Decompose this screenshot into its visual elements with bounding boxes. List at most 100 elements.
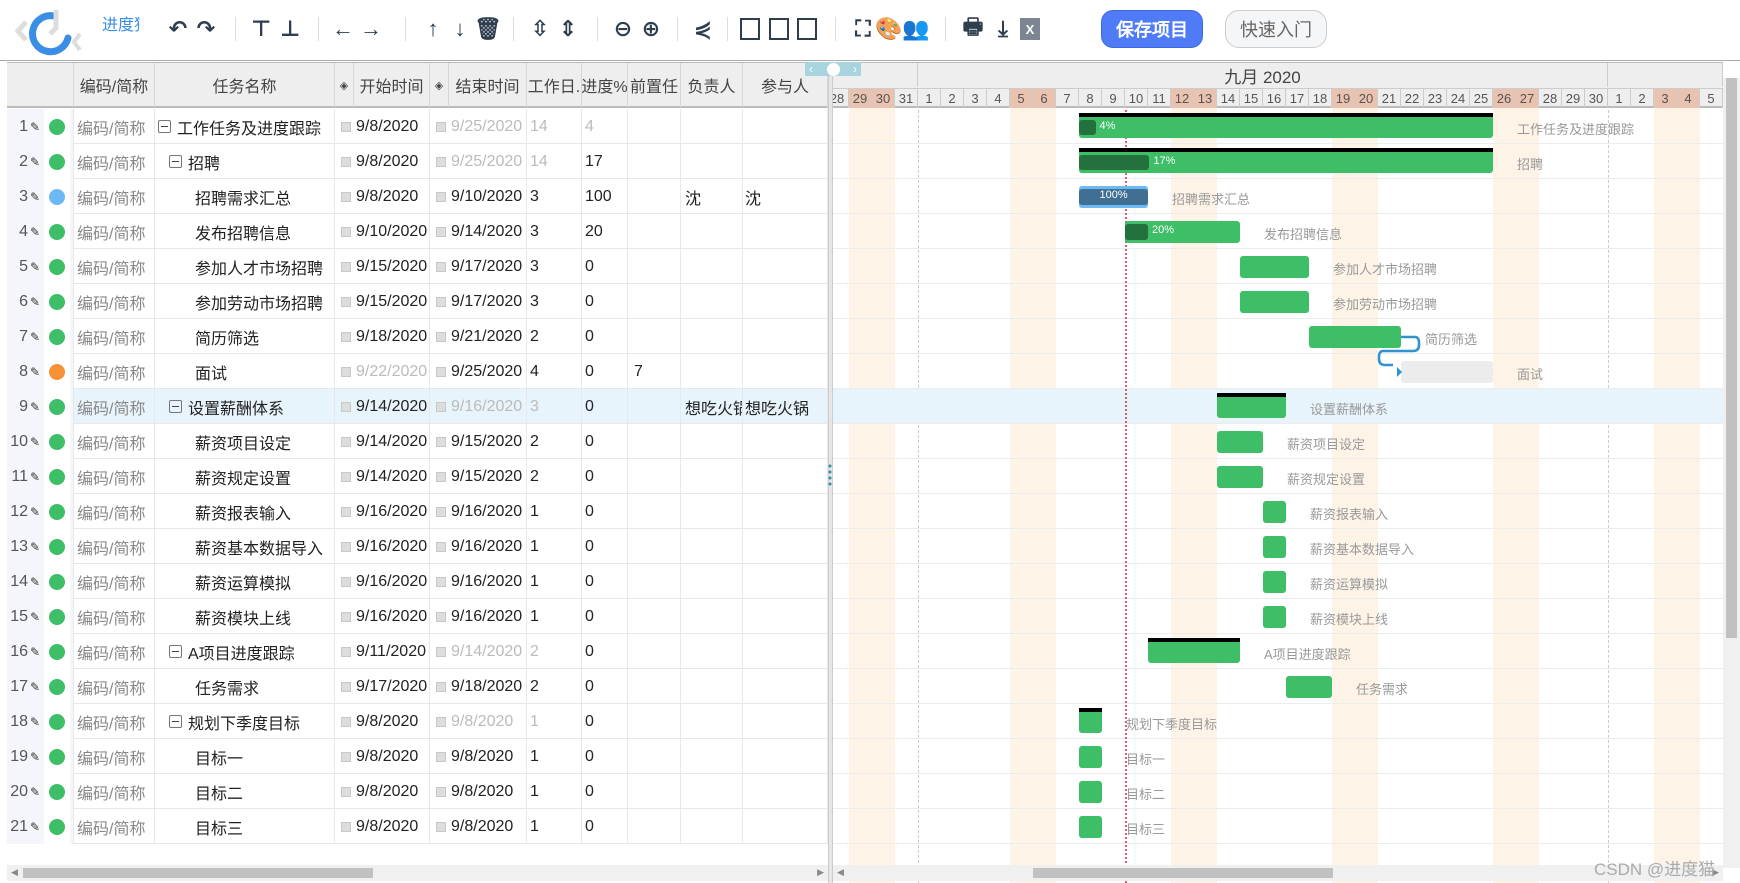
table-row[interactable]: 18 ✎ 编码/简称 规划下季度目标 9/8/2020 9/8/2020 1 0: [7, 704, 828, 739]
task-name-cell[interactable]: 参加人才市场招聘: [155, 249, 335, 284]
table-row[interactable]: 14 ✎ 编码/简称 薪资运算模拟 9/16/2020 9/16/2020 1 0: [7, 564, 828, 599]
edit-pencil-icon[interactable]: ✎: [28, 330, 42, 344]
members-cell[interactable]: [743, 494, 828, 529]
edit-pencil-icon[interactable]: ✎: [28, 435, 42, 449]
progress-cell[interactable]: 0: [582, 564, 628, 599]
task-bar[interactable]: [1148, 638, 1240, 663]
progress-cell[interactable]: 0: [582, 319, 628, 354]
table-row[interactable]: 11 ✎ 编码/简称 薪资规定设置 9/14/2020 9/15/2020 2 0: [7, 459, 828, 494]
code-cell[interactable]: 编码/简称: [74, 354, 155, 389]
task-name-cell[interactable]: 薪资基本数据导入: [155, 529, 335, 564]
start-checkbox[interactable]: [341, 576, 351, 587]
workdays-cell[interactable]: 2: [527, 424, 582, 459]
collapse-toggle-icon[interactable]: [169, 715, 182, 728]
splitter-grip-icon[interactable]: [828, 463, 832, 487]
end-time-cell[interactable]: 9/8/2020: [430, 704, 527, 739]
edit-pencil-icon[interactable]: ✎: [28, 470, 42, 484]
task-name-cell[interactable]: 发布招聘信息: [155, 214, 335, 249]
task-bar[interactable]: [1263, 606, 1286, 628]
workdays-cell[interactable]: 1: [527, 564, 582, 599]
end-checkbox[interactable]: [436, 646, 446, 657]
progress-cell[interactable]: 0: [582, 739, 628, 774]
task-bar[interactable]: [1286, 676, 1332, 698]
end-time-cell[interactable]: 9/16/2020: [430, 494, 527, 529]
members-cell[interactable]: [743, 284, 828, 319]
start-checkbox[interactable]: [341, 156, 351, 167]
progress-cell[interactable]: 0: [582, 704, 628, 739]
predecessor-cell[interactable]: [628, 214, 681, 249]
excel-icon[interactable]: X: [1020, 18, 1040, 40]
predecessor-cell[interactable]: [628, 424, 681, 459]
progress-cell[interactable]: 0: [582, 354, 628, 389]
layout-right-icon[interactable]: ▯: [797, 18, 817, 40]
predecessor-cell[interactable]: [628, 284, 681, 319]
owner-cell[interactable]: [681, 319, 743, 354]
predecessor-cell[interactable]: [628, 564, 681, 599]
task-bar[interactable]: [1263, 571, 1286, 593]
members-cell[interactable]: [743, 809, 828, 844]
workdays-cell[interactable]: 3: [527, 284, 582, 319]
table-row[interactable]: 20 ✎ 编码/简称 目标二 9/8/2020 9/8/2020 1 0: [7, 774, 828, 809]
owner-cell[interactable]: [681, 774, 743, 809]
workdays-cell[interactable]: 1: [527, 809, 582, 844]
owner-cell[interactable]: [681, 599, 743, 634]
task-name-cell[interactable]: 目标二: [155, 774, 335, 809]
end-checkbox[interactable]: [436, 296, 446, 307]
table-row[interactable]: 6 ✎ 编码/简称 参加劳动市场招聘 9/15/2020 9/17/2020 3 0: [7, 284, 828, 319]
workdays-cell[interactable]: 4: [527, 354, 582, 389]
task-name-cell[interactable]: 任务需求: [155, 669, 335, 704]
collapse-all-icon[interactable]: ⇕: [555, 14, 581, 44]
owner-cell[interactable]: [681, 459, 743, 494]
start-checkbox[interactable]: [341, 646, 351, 657]
predecessor-cell[interactable]: [628, 249, 681, 284]
owner-cell[interactable]: [681, 564, 743, 599]
task-bar[interactable]: 17%: [1079, 148, 1493, 173]
collapse-toggle-icon[interactable]: [169, 155, 182, 168]
end-time-cell[interactable]: 9/16/2020: [430, 599, 527, 634]
workdays-cell[interactable]: 3: [527, 389, 582, 424]
task-bar[interactable]: [1240, 256, 1309, 278]
workdays-cell[interactable]: 1: [527, 739, 582, 774]
end-time-cell[interactable]: 9/16/2020: [430, 529, 527, 564]
zoom-out-icon[interactable]: ⊖: [610, 14, 636, 44]
predecessor-cell[interactable]: [628, 809, 681, 844]
start-checkbox[interactable]: [341, 121, 351, 132]
quickstart-button[interactable]: 快速入门: [1225, 10, 1327, 48]
start-checkbox[interactable]: [341, 541, 351, 552]
scroll-left-icon[interactable]: ◀: [837, 867, 844, 878]
progress-cell[interactable]: 100: [582, 179, 628, 214]
task-name-cell[interactable]: 目标一: [155, 739, 335, 774]
members-cell[interactable]: 想吃火锅: [743, 389, 828, 424]
end-time-cell[interactable]: 9/18/2020: [430, 669, 527, 704]
row-number-header[interactable]: [7, 63, 74, 107]
code-cell[interactable]: 编码/简称: [74, 529, 155, 564]
start-checkbox[interactable]: [341, 786, 351, 797]
owner-cell[interactable]: [681, 634, 743, 669]
predecessor-cell[interactable]: [628, 319, 681, 354]
end-checkbox[interactable]: [436, 786, 446, 797]
progress-cell[interactable]: 0: [582, 459, 628, 494]
end-time-cell[interactable]: 9/15/2020: [430, 459, 527, 494]
owner-cell[interactable]: 沈: [681, 179, 743, 214]
task-bar[interactable]: [1079, 708, 1102, 733]
code-cell[interactable]: 编码/简称: [74, 564, 155, 599]
table-row[interactable]: 21 ✎ 编码/简称 目标三 9/8/2020 9/8/2020 1 0: [7, 809, 828, 844]
end-time-cell[interactable]: 9/25/2020: [430, 109, 527, 144]
redo-icon[interactable]: ↷: [193, 14, 219, 44]
start-checkbox[interactable]: [341, 191, 351, 202]
undo-icon[interactable]: ↶: [165, 14, 191, 44]
start-time-cell[interactable]: 9/14/2020: [335, 459, 430, 494]
start-checkbox[interactable]: [341, 751, 351, 762]
start-time-header[interactable]: 开始时间: [354, 63, 430, 107]
start-time-cell[interactable]: 9/16/2020: [335, 494, 430, 529]
edit-pencil-icon[interactable]: ✎: [28, 820, 42, 834]
end-time-cell[interactable]: 9/25/2020: [430, 354, 527, 389]
progress-cell[interactable]: 0: [582, 249, 628, 284]
workdays-cell[interactable]: 14: [527, 144, 582, 179]
progress-cell[interactable]: 0: [582, 599, 628, 634]
task-bar[interactable]: [1240, 291, 1309, 313]
grid-scroll-thumb[interactable]: [23, 868, 373, 878]
task-name-cell[interactable]: 简历筛选: [155, 319, 335, 354]
end-time-cell[interactable]: 9/16/2020: [430, 389, 527, 424]
task-name-cell[interactable]: 目标三: [155, 809, 335, 844]
